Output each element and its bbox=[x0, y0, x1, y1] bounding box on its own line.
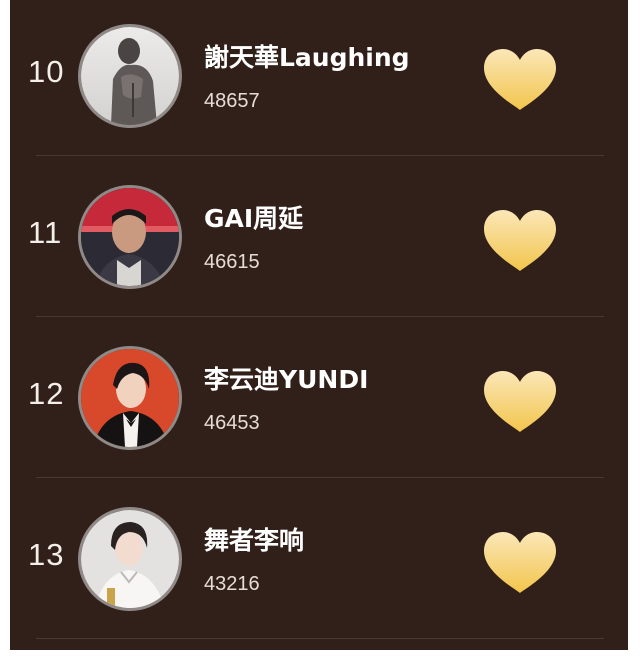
avatar[interactable] bbox=[78, 346, 182, 450]
avatar[interactable] bbox=[78, 507, 182, 611]
avatar[interactable] bbox=[78, 24, 182, 128]
list-item[interactable]: 13 舞者李响 43216 bbox=[10, 483, 628, 644]
ranking-list: 10 謝天華Laughing 48657 11 GAI周延 46615 12 李… bbox=[10, 0, 628, 650]
list-item[interactable]: 12 李云迪YUNDI 46453 bbox=[10, 322, 628, 483]
user-name[interactable]: 舞者李响 bbox=[204, 521, 304, 557]
heart-icon[interactable] bbox=[482, 48, 558, 112]
heart-icon[interactable] bbox=[482, 531, 558, 595]
divider bbox=[36, 638, 604, 639]
list-item[interactable]: 11 GAI周延 46615 bbox=[10, 161, 628, 322]
user-name[interactable]: 李云迪YUNDI bbox=[204, 360, 368, 396]
user-name[interactable]: GAI周延 bbox=[204, 199, 303, 235]
divider bbox=[36, 477, 604, 478]
vote-count: 46453 bbox=[204, 412, 260, 434]
vote-count: 48657 bbox=[204, 90, 260, 112]
heart-icon[interactable] bbox=[482, 370, 558, 434]
list-item[interactable]: 10 謝天華Laughing 48657 bbox=[10, 0, 628, 161]
avatar[interactable] bbox=[78, 185, 182, 289]
heart-icon[interactable] bbox=[482, 209, 558, 273]
divider bbox=[36, 155, 604, 156]
user-name[interactable]: 謝天華Laughing bbox=[204, 38, 410, 74]
divider bbox=[36, 316, 604, 317]
vote-count: 46615 bbox=[204, 251, 260, 273]
vote-count: 43216 bbox=[204, 573, 260, 595]
